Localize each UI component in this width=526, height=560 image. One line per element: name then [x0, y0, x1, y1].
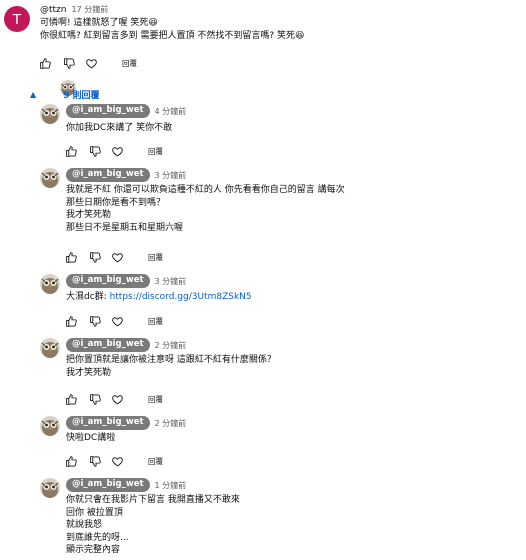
comment-text: 大濕dc群: https://discord.gg/3Utm8ZSkN5 [66, 291, 252, 304]
comment-line: 到底誰先的呀... [66, 532, 129, 543]
heart-icon[interactable] [110, 144, 124, 158]
reply-button[interactable]: 回覆 [148, 146, 163, 157]
author-chip[interactable]: @i_am_big_wet [66, 104, 150, 118]
dislike-icon[interactable] [88, 314, 102, 328]
comment-line: 把你置頂就是讓你被注意呀 這跟紅不紅有什麼關係？ [66, 355, 276, 365]
comment-actions: 回覆 [38, 56, 137, 70]
dislike-icon[interactable] [62, 56, 76, 70]
discord-link[interactable]: https://discord.gg/3Utm8ZSkN5 [110, 292, 252, 302]
comment-author[interactable]: @ttzn [40, 5, 67, 15]
dislike-icon[interactable] [88, 250, 102, 264]
comment-text-prefix: 大濕dc群: [66, 292, 110, 302]
comment-line: 我才笑死勒 [66, 367, 112, 378]
heart-icon[interactable] [110, 392, 124, 406]
avatar[interactable] [40, 416, 60, 436]
comment-actions: 回覆 [64, 144, 163, 158]
like-icon[interactable] [38, 56, 52, 70]
reply-comment: @i_am_big_wet 2 分鐘前 把你置頂就是讓你被注意呀 這跟紅不紅有什… [0, 336, 526, 412]
avatar[interactable] [40, 168, 60, 188]
comment-line: 就說我怒 [66, 520, 103, 530]
comment-actions: 回覆 [64, 250, 163, 264]
comment-text: 把你置頂就是讓你被注意呀 這跟紅不紅有什麼關係？ 我才笑死勒 [66, 354, 276, 379]
comment-line: 大濕dc群: https://discord.gg/3Utm8ZSkN5 [66, 291, 252, 304]
like-icon[interactable] [64, 144, 78, 158]
avatar[interactable] [40, 274, 60, 294]
reply-button[interactable]: 回覆 [148, 252, 163, 263]
top-comment: T @ttzn 17 分鐘前 可憐啊! 這樣就怒了喔 笑死😆 你很紅嗎? 紅到留… [0, 0, 526, 80]
comment-actions: 回覆 [64, 454, 163, 468]
comment-time[interactable]: 2 分鐘前 [155, 340, 187, 351]
dislike-icon[interactable] [88, 392, 102, 406]
heart-icon[interactable] [110, 250, 124, 264]
author-chip[interactable]: @i_am_big_wet [66, 168, 150, 182]
comment-time[interactable]: 17 分鐘前 [72, 4, 109, 15]
author-chip[interactable]: @i_am_big_wet [66, 274, 150, 288]
heart-icon[interactable] [84, 56, 98, 70]
reply-button[interactable]: 回覆 [148, 316, 163, 327]
comment-text: 你就只會在我影片下留言 我開直播又不敢來 回你 被拉置頂 就說我怒 到底誰先的呀… [66, 494, 240, 557]
avatar[interactable] [40, 338, 60, 358]
like-icon[interactable] [64, 314, 78, 328]
like-icon[interactable] [64, 250, 78, 264]
comment-text: 我就是不紅 你還可以欺負這種不紅的人 你先看看你自己的留言 講每次 那些日期你是… [66, 184, 345, 234]
comment-line: 那些日不是星期五和星期六喔 [66, 222, 184, 233]
like-icon[interactable] [64, 392, 78, 406]
comment-text: 快啦DC講啦 [66, 432, 115, 445]
comment-time[interactable]: 1 分鐘前 [155, 480, 187, 491]
comment-line: 你就只會在我影片下留言 我開直播又不敢來 [66, 495, 240, 505]
heart-icon[interactable] [110, 314, 124, 328]
author-chip[interactable]: @i_am_big_wet [66, 478, 150, 492]
comment-line: 快啦DC講啦 [66, 433, 116, 443]
heart-icon[interactable] [110, 454, 124, 468]
reply-comment: @i_am_big_wet 3 分鐘前 我就是不紅 你還可以欺負這種不紅的人 你… [0, 166, 526, 268]
reply-comment: @i_am_big_wet 1 分鐘前 你就只會在我影片下留言 我開直播又不敢來… [0, 476, 526, 560]
comment-actions: 回覆 [64, 314, 163, 328]
reply-button[interactable]: 回覆 [148, 394, 163, 405]
like-icon[interactable] [64, 454, 78, 468]
reply-button[interactable]: 回覆 [148, 456, 163, 467]
comment-line: 回你 被拉置頂 [66, 507, 123, 518]
comment-line: 你很紅嗎? 紅到留言多到 需要把人置頂 不然找不到留言嗎? 笑死😆 [40, 30, 305, 41]
comment-text: 你加我DC來講了 笑你不敢 [66, 122, 172, 135]
comment-line: 那些日期你是看不到嗎？ [66, 197, 166, 208]
avatar[interactable]: T [4, 6, 30, 32]
comment-line: 我就是不紅 你還可以欺負這種不紅的人 你先看看你自己的留言 講每次 [66, 185, 345, 195]
reply-comment: @i_am_big_wet 3 分鐘前 大濕dc群: https://disco… [0, 272, 526, 332]
comment-actions: 回覆 [64, 392, 163, 406]
show-more-link[interactable]: 顯示完整內容 [66, 544, 240, 557]
comment-time[interactable]: 2 分鐘前 [155, 418, 187, 429]
avatar[interactable] [40, 104, 60, 124]
comment-line: 我才笑死勒 [66, 210, 112, 220]
comment-line: 可憐啊! 這樣就怒了喔 笑死😆 [40, 18, 158, 28]
comment-time[interactable]: 3 分鐘前 [155, 276, 187, 287]
replies-toggle-label[interactable]: 9 則回覆 [63, 88, 99, 101]
dislike-icon[interactable] [88, 454, 102, 468]
comment-text: 可憐啊! 這樣就怒了喔 笑死😆 你很紅嗎? 紅到留言多到 需要把人置頂 不然找不… [40, 17, 304, 42]
dislike-icon[interactable] [88, 144, 102, 158]
author-chip[interactable]: @i_am_big_wet [66, 416, 150, 430]
reply-button[interactable]: 回覆 [122, 58, 137, 69]
reply-comment: @i_am_big_wet 4 分鐘前 你加我DC來講了 笑你不敢 回覆 [0, 100, 526, 162]
reply-comment: @i_am_big_wet 2 分鐘前 快啦DC講啦 回覆 [0, 414, 526, 474]
comment-time[interactable]: 3 分鐘前 [155, 170, 187, 181]
chevron-up-icon: ▲ [30, 89, 37, 99]
comment-time[interactable]: 4 分鐘前 [155, 106, 187, 117]
comment-line: 你加我DC來講了 笑你不敢 [66, 123, 173, 133]
author-chip[interactable]: @i_am_big_wet [66, 338, 150, 352]
replies-toggle[interactable]: ▲ 9 則回覆 [30, 80, 104, 101]
avatar[interactable] [40, 478, 60, 498]
